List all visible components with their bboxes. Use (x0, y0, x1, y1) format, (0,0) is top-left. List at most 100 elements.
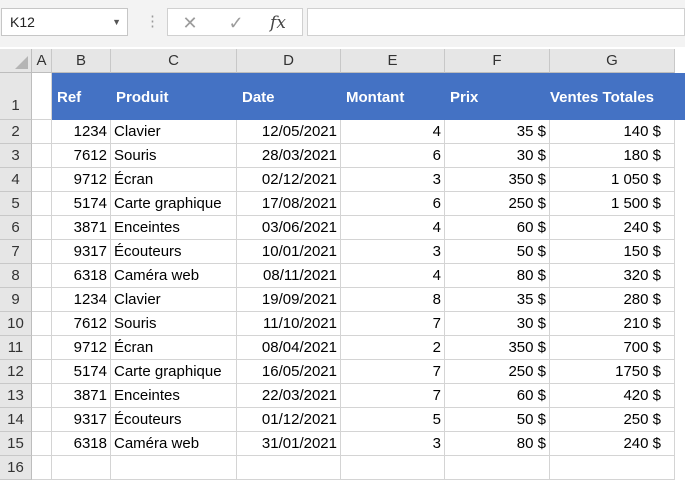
column-header-d[interactable]: D (237, 49, 341, 73)
table-cell[interactable]: Carte graphique (111, 192, 237, 216)
table-cell[interactable]: 31/01/2021 (237, 432, 341, 456)
cell-a2[interactable] (32, 120, 52, 144)
table-cell[interactable]: 01/12/2021 (237, 408, 341, 432)
table-cell[interactable]: 08/11/2021 (237, 264, 341, 288)
table-header-ref[interactable]: Ref (52, 73, 111, 120)
table-cell[interactable]: 1 050 $ (550, 168, 675, 192)
table-cell[interactable]: 1234 (52, 288, 111, 312)
table-cell[interactable]: 60 $ (445, 384, 550, 408)
table-cell[interactable]: 700 $ (550, 336, 675, 360)
table-cell[interactable]: 240 $ (550, 216, 675, 240)
table-cell[interactable]: 6318 (52, 264, 111, 288)
row-header-7[interactable]: 7 (0, 240, 32, 264)
table-cell[interactable]: 22/03/2021 (237, 384, 341, 408)
column-header-e[interactable]: E (341, 49, 445, 73)
name-box-dropdown-icon[interactable]: ▼ (112, 9, 121, 35)
row-header-2[interactable]: 2 (0, 120, 32, 144)
column-header-f[interactable]: F (445, 49, 550, 73)
cell-a9[interactable] (32, 288, 52, 312)
table-header-prix[interactable]: Prix (445, 73, 550, 120)
table-cell[interactable]: 4 (341, 216, 445, 240)
table-cell[interactable]: Écouteurs (111, 240, 237, 264)
row-header-9[interactable]: 9 (0, 288, 32, 312)
table-cell[interactable]: 6 (341, 144, 445, 168)
table-cell[interactable]: 9712 (52, 168, 111, 192)
select-all-corner[interactable] (0, 49, 32, 73)
row-header-5[interactable]: 5 (0, 192, 32, 216)
table-cell[interactable]: 1750 $ (550, 360, 675, 384)
table-cell[interactable]: 140 $ (550, 120, 675, 144)
cell-a13[interactable] (32, 384, 52, 408)
table-cell[interactable]: 350 $ (445, 168, 550, 192)
cell-a3[interactable] (32, 144, 52, 168)
table-cell[interactable]: 180 $ (550, 144, 675, 168)
table-cell[interactable]: 9317 (52, 408, 111, 432)
table-cell[interactable]: 240 $ (550, 432, 675, 456)
table-cell[interactable]: 03/06/2021 (237, 216, 341, 240)
row-header-16[interactable]: 16 (0, 456, 32, 480)
table-cell[interactable]: Écran (111, 168, 237, 192)
table-cell[interactable]: 8 (341, 288, 445, 312)
table-cell[interactable]: Écouteurs (111, 408, 237, 432)
table-cell[interactable]: 250 $ (445, 360, 550, 384)
table-cell[interactable]: 7 (341, 360, 445, 384)
cell-row16[interactable] (52, 456, 111, 480)
enter-icon[interactable]: ✓ (222, 12, 250, 34)
table-header-montant[interactable]: Montant (341, 73, 445, 120)
table-cell[interactable]: 210 $ (550, 312, 675, 336)
row-header-4[interactable]: 4 (0, 168, 32, 192)
cell-a1[interactable] (32, 73, 52, 120)
table-cell[interactable]: 4 (341, 120, 445, 144)
table-cell[interactable]: 3 (341, 432, 445, 456)
formula-input[interactable] (307, 8, 685, 36)
table-cell[interactable]: 50 $ (445, 408, 550, 432)
cell-a6[interactable] (32, 216, 52, 240)
table-header-ventes-totales[interactable]: Ventes Totales (550, 73, 675, 120)
cell-a12[interactable] (32, 360, 52, 384)
table-cell[interactable]: 280 $ (550, 288, 675, 312)
row-header-12[interactable]: 12 (0, 360, 32, 384)
table-cell[interactable]: 5174 (52, 360, 111, 384)
row-header-13[interactable]: 13 (0, 384, 32, 408)
cell-a11[interactable] (32, 336, 52, 360)
table-cell[interactable]: 6 (341, 192, 445, 216)
table-cell[interactable]: Enceintes (111, 216, 237, 240)
table-cell[interactable]: 3871 (52, 216, 111, 240)
row-header-3[interactable]: 3 (0, 144, 32, 168)
table-cell[interactable]: 420 $ (550, 384, 675, 408)
table-cell[interactable]: 35 $ (445, 120, 550, 144)
table-cell[interactable]: Souris (111, 312, 237, 336)
table-cell[interactable]: 9317 (52, 240, 111, 264)
cell-a7[interactable] (32, 240, 52, 264)
cancel-icon[interactable]: ✕ (176, 12, 204, 34)
table-cell[interactable]: 10/01/2021 (237, 240, 341, 264)
cell-a16[interactable] (32, 456, 52, 480)
table-cell[interactable]: 5 (341, 408, 445, 432)
cell-row16[interactable] (341, 456, 445, 480)
table-cell[interactable]: Caméra web (111, 432, 237, 456)
cell-a8[interactable] (32, 264, 52, 288)
table-cell[interactable]: Clavier (111, 120, 237, 144)
column-header-a[interactable]: A (32, 49, 52, 73)
table-cell[interactable]: 80 $ (445, 432, 550, 456)
table-cell[interactable]: 35 $ (445, 288, 550, 312)
cell-a4[interactable] (32, 168, 52, 192)
row-header-11[interactable]: 11 (0, 336, 32, 360)
table-cell[interactable]: 5174 (52, 192, 111, 216)
column-header-b[interactable]: B (52, 49, 111, 73)
row-header-8[interactable]: 8 (0, 264, 32, 288)
table-cell[interactable]: 60 $ (445, 216, 550, 240)
row-header-1[interactable]: 1 (0, 73, 32, 120)
table-cell[interactable]: 320 $ (550, 264, 675, 288)
name-box[interactable]: K12 ▼ (1, 8, 128, 36)
table-cell[interactable]: Clavier (111, 288, 237, 312)
table-cell[interactable]: Enceintes (111, 384, 237, 408)
cell-a15[interactable] (32, 432, 52, 456)
cell-row16[interactable] (111, 456, 237, 480)
cell-row16[interactable] (237, 456, 341, 480)
table-cell[interactable]: 150 $ (550, 240, 675, 264)
table-cell[interactable]: 250 $ (445, 192, 550, 216)
table-header-produit[interactable]: Produit (111, 73, 237, 120)
table-cell[interactable]: 4 (341, 264, 445, 288)
table-cell[interactable]: 12/05/2021 (237, 120, 341, 144)
